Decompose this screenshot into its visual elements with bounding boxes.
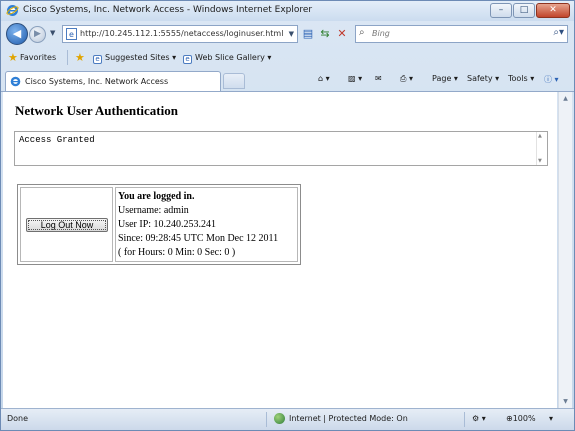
web-slice-gallery-label: Web Slice Gallery ▾ bbox=[195, 53, 272, 62]
stop-icon[interactable]: ✕ bbox=[334, 26, 350, 42]
scroll-up-icon[interactable]: ▲ bbox=[538, 133, 542, 139]
close-icon[interactable]: ✕ bbox=[536, 3, 570, 18]
address-bar[interactable]: e http://10.245.112.1:5555/netaccess/log… bbox=[62, 25, 298, 43]
title-bar: Cisco Systems, Inc. Network Access - Win… bbox=[1, 1, 574, 21]
tab-row: Cisco Systems, Inc. Network Access ⌂ ▾ ▨… bbox=[1, 69, 574, 92]
tab-network-access[interactable]: Cisco Systems, Inc. Network Access bbox=[5, 71, 221, 91]
page-content: Network User Authentication Access Grant… bbox=[3, 92, 557, 408]
zoom-dropdown-icon[interactable]: ▾ bbox=[549, 414, 553, 423]
navigation-bar: ◀ ▶ ▼ e http://10.245.112.1:5555/netacce… bbox=[1, 21, 574, 47]
page-scrollbar[interactable]: ▲ ▼ bbox=[558, 92, 572, 408]
tab-title: Cisco Systems, Inc. Network Access bbox=[25, 77, 169, 86]
session-since-text: Since: 09:28:45 UTC Mon Dec 12 2011 bbox=[118, 233, 279, 244]
print-icon[interactable]: ⎙ ▾ bbox=[400, 74, 413, 84]
status-text: Done bbox=[7, 414, 29, 423]
status-divider bbox=[266, 412, 267, 427]
favorites-star-icon[interactable]: ★ bbox=[8, 51, 18, 64]
address-dropdown-icon[interactable]: ▼ bbox=[289, 30, 294, 38]
page-icon: e bbox=[66, 28, 77, 40]
suggested-sites-label: Suggested Sites ▾ bbox=[105, 53, 177, 62]
search-icon[interactable]: ⌕▾ bbox=[553, 27, 564, 38]
maximize-icon[interactable]: □ bbox=[513, 3, 535, 18]
help-icon[interactable]: ⓘ ▾ bbox=[544, 74, 559, 85]
favorites-divider bbox=[67, 50, 68, 65]
message-scrollbar[interactable]: ▲ ▼ bbox=[536, 132, 547, 165]
home-icon[interactable]: ⌂ ▾ bbox=[318, 74, 330, 83]
page-scroll-up-icon[interactable]: ▲ bbox=[559, 92, 572, 105]
window-controls: – □ ✕ bbox=[489, 3, 570, 18]
session-duration-text: ( for Hours: 0 Min: 0 Sec: 0 ) bbox=[118, 247, 236, 258]
window-title: Cisco Systems, Inc. Network Access - Win… bbox=[23, 5, 313, 15]
suggested-sites-link[interactable]: e Suggested Sites ▾ bbox=[93, 53, 176, 64]
forward-icon[interactable]: ▶ bbox=[29, 26, 46, 43]
web-slice-icon: e bbox=[183, 55, 192, 64]
tools-menu[interactable]: Tools ▾ bbox=[508, 74, 534, 83]
page-scroll-down-icon[interactable]: ▼ bbox=[559, 395, 572, 408]
web-slice-gallery-link[interactable]: e Web Slice Gallery ▾ bbox=[183, 53, 271, 64]
session-info-table: Log Out Now You are logged in. Username:… bbox=[17, 184, 301, 265]
address-url: http://10.245.112.1:5555/netaccess/login… bbox=[80, 29, 284, 38]
logout-button[interactable]: Log Out Now bbox=[26, 218, 108, 232]
status-divider bbox=[464, 412, 465, 427]
page-title: Network User Authentication bbox=[15, 103, 178, 118]
favorites-bar: ★ Favorites ★ e Suggested Sites ▾ e Web Sl… bbox=[1, 47, 574, 69]
browser-window: Cisco Systems, Inc. Network Access - Win… bbox=[0, 0, 575, 431]
scroll-down-icon[interactable]: ▼ bbox=[538, 158, 542, 164]
ie-logo-icon bbox=[6, 5, 19, 16]
security-zone-text[interactable]: Internet | Protected Mode: On bbox=[289, 414, 408, 423]
message-text: Access Granted bbox=[19, 135, 95, 145]
user-ip-text: User IP: 10.240.253.241 bbox=[118, 219, 217, 230]
compatibility-view-icon[interactable]: ▤ bbox=[300, 26, 316, 42]
suggested-sites-icon: e bbox=[93, 55, 102, 64]
new-tab-button[interactable] bbox=[223, 73, 245, 89]
protected-mode-settings-icon[interactable]: ⚙ ▾ bbox=[472, 414, 486, 423]
back-icon[interactable]: ◀ bbox=[6, 23, 28, 45]
message-textarea[interactable]: Access Granted ▲ ▼ bbox=[14, 131, 548, 166]
status-bar: Done Internet | Protected Mode: On ⚙ ▾ ⊕… bbox=[1, 408, 574, 430]
svg-text:e: e bbox=[69, 30, 74, 39]
search-provider-icon: ⌕ bbox=[359, 27, 365, 38]
favorites-button[interactable]: Favorites bbox=[20, 53, 56, 62]
logged-in-status: You are logged in. bbox=[118, 191, 195, 202]
zoom-level[interactable]: ⊕100% bbox=[506, 414, 536, 423]
mail-icon[interactable]: ✉ bbox=[375, 74, 382, 83]
recent-pages-dropdown-icon[interactable]: ▼ bbox=[50, 29, 55, 37]
add-favorite-icon[interactable]: ★ bbox=[75, 51, 85, 64]
username-text: Username: admin bbox=[118, 205, 189, 216]
page-menu[interactable]: Page ▾ bbox=[432, 74, 458, 83]
refresh-icon[interactable]: ⇆ bbox=[317, 26, 333, 42]
session-details-cell: You are logged in. Username: admin User … bbox=[115, 187, 298, 262]
minimize-icon[interactable]: – bbox=[490, 3, 512, 18]
safety-menu[interactable]: Safety ▾ bbox=[467, 74, 499, 83]
feeds-icon[interactable]: ▨ ▾ bbox=[348, 74, 362, 83]
search-box[interactable]: ⌕ Bing ⌕▾ bbox=[355, 25, 568, 43]
logout-cell: Log Out Now bbox=[20, 187, 113, 262]
tab-page-icon bbox=[10, 76, 21, 87]
internet-zone-icon bbox=[274, 413, 285, 424]
search-placeholder: Bing bbox=[372, 29, 390, 38]
